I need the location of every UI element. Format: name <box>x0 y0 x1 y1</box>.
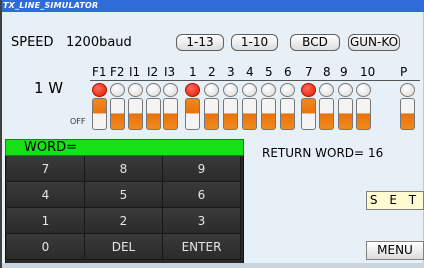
mode-button-bcd[interactable]: BCD <box>290 34 340 51</box>
bit-indicator <box>301 83 316 97</box>
bit-header: 5 <box>265 65 273 79</box>
bit-header: P <box>400 65 408 79</box>
bit-indicator <box>92 83 107 97</box>
return-word-readout: RETURN WORD= 16 <box>262 146 383 160</box>
bit-toggle[interactable] <box>356 98 371 130</box>
bit-indicator <box>242 83 257 97</box>
bit-indicator <box>400 83 415 97</box>
mode-button-gun-ko[interactable]: GUN-KO <box>348 34 400 51</box>
bit-toggle[interactable] <box>204 98 219 130</box>
bit-toggle[interactable] <box>146 98 161 130</box>
set-button[interactable]: S E T <box>366 191 424 210</box>
bit-toggle[interactable] <box>319 98 334 130</box>
bit-header: I2 <box>147 65 159 79</box>
keypad-key[interactable]: 9 <box>163 156 241 182</box>
bit-header: 2 <box>208 65 216 79</box>
bit-toggle[interactable] <box>110 98 125 130</box>
bit-indicator <box>261 83 276 97</box>
bit-toggle[interactable] <box>280 98 295 130</box>
bit-indicator <box>185 83 200 97</box>
bit-indicator <box>356 83 371 97</box>
bit-row-label: 1 W <box>34 79 64 97</box>
bit-indicator <box>338 83 353 97</box>
keypad-key[interactable]: ENTER <box>163 234 241 260</box>
bit-header: 9 <box>340 65 348 79</box>
mode-button-1-13[interactable]: 1-13 <box>176 34 224 51</box>
bit-indicator <box>110 83 125 97</box>
bit-indicator <box>280 83 295 97</box>
keypad-key[interactable]: 5 <box>85 182 163 208</box>
bit-toggle[interactable] <box>261 98 276 130</box>
keypad-key[interactable]: 7 <box>7 156 85 182</box>
bit-header: 8 <box>323 65 331 79</box>
title-bar: TX_LINE_SIMULATOR <box>2 0 424 12</box>
bit-toggle[interactable] <box>163 98 178 130</box>
keypad-key[interactable]: DEL <box>85 234 163 260</box>
bit-header: 4 <box>246 65 254 79</box>
bit-indicator <box>319 83 334 97</box>
bit-toggle[interactable] <box>92 98 107 130</box>
bit-indicator <box>204 83 219 97</box>
bit-header: 7 <box>305 65 313 79</box>
bit-toggle[interactable] <box>338 98 353 130</box>
bit-header: F1 <box>92 65 107 79</box>
bottom-bar <box>2 263 424 268</box>
bit-indicator <box>223 83 238 97</box>
bit-toggle[interactable] <box>223 98 238 130</box>
keypad-key[interactable]: 3 <box>163 208 241 234</box>
keypad-key[interactable]: 8 <box>85 156 163 182</box>
bit-header: I3 <box>164 65 176 79</box>
keypad-key[interactable]: 6 <box>163 182 241 208</box>
bit-indicator <box>163 83 178 97</box>
bit-header: F2 <box>110 65 125 79</box>
bit-toggle[interactable] <box>242 98 257 130</box>
keypad-key[interactable]: 0 <box>7 234 85 260</box>
word-label: WORD= <box>24 140 78 155</box>
keypad-key[interactable]: 2 <box>85 208 163 234</box>
return-word-label: RETURN WORD= <box>262 146 365 160</box>
bit-header: 3 <box>227 65 235 79</box>
mode-button-1-10[interactable]: 1-10 <box>231 34 278 51</box>
bit-indicator <box>146 83 161 97</box>
bit-header: 1 <box>189 65 197 79</box>
bit-toggle[interactable] <box>301 98 316 130</box>
menu-button[interactable]: MENU <box>366 241 424 260</box>
speed-value: 1200baud <box>66 35 132 50</box>
keypad-key[interactable]: 1 <box>7 208 85 234</box>
window-title: TX_LINE_SIMULATOR <box>3 1 99 10</box>
bit-header: I1 <box>129 65 141 79</box>
bit-toggle[interactable] <box>128 98 143 130</box>
bit-toggle[interactable] <box>400 98 415 130</box>
bit-header: 6 <box>284 65 292 79</box>
return-word-value: 16 <box>367 146 384 160</box>
header-divider <box>90 80 420 81</box>
word-display: WORD= <box>5 139 244 156</box>
app-window: TX_LINE_SIMULATOR SPEED 1200baud 1-13 1-… <box>0 0 424 268</box>
bit-indicator <box>128 83 143 97</box>
bit-toggle[interactable] <box>185 98 200 130</box>
off-label: OFF <box>70 117 86 126</box>
bit-header: 10 <box>360 65 376 79</box>
keypad-key[interactable]: 4 <box>7 182 85 208</box>
speed-label: SPEED <box>11 35 54 50</box>
